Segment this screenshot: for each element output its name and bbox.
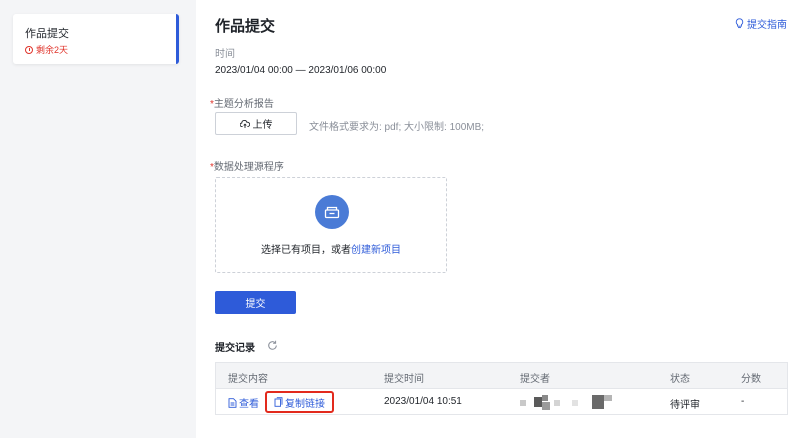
copy-link-button[interactable]: 复制链接	[265, 391, 334, 413]
project-select-zone[interactable]: 选择已有项目，或者创建新项目	[215, 177, 447, 273]
report-field-label: *主题分析报告	[210, 95, 274, 110]
cloud-upload-icon	[239, 119, 250, 128]
column-header: 提交时间	[384, 374, 424, 385]
page: 作品提交 剩余2天 作品提交 提交指南 时间 2023/01/04 00:00 …	[0, 0, 800, 438]
program-label: 数据处理源程序	[213, 162, 284, 173]
sidebar-item-label: 作品提交	[25, 28, 69, 40]
table-header: 提交内容 提交时间 提交者 状态 分数	[216, 363, 787, 389]
column-header: 分数	[741, 374, 761, 385]
copy-icon	[274, 397, 283, 407]
sidebar-item-submission[interactable]: 作品提交 剩余2天	[13, 14, 179, 64]
main-panel: 作品提交 提交指南 时间 2023/01/04 00:00 — 2023/01/…	[196, 0, 800, 438]
project-select-text: 选择已有项目，或者创建新项目	[216, 241, 446, 256]
view-link-label: 查看	[239, 399, 259, 410]
table-row: 查看 复制链接 2023/01/04 10:51 待评审 -	[216, 389, 787, 415]
time-label: 时间	[215, 49, 235, 60]
refresh-icon[interactable]	[267, 338, 278, 350]
submission-time: 2023/01/04 10:51	[384, 396, 462, 407]
program-field-label: *数据处理源程序	[210, 158, 284, 173]
page-title: 作品提交	[215, 18, 276, 35]
records-title: 提交记录	[215, 343, 255, 354]
column-header: 状态	[670, 374, 690, 385]
guide-link[interactable]: 提交指南	[735, 16, 787, 31]
document-icon	[228, 397, 237, 408]
score-value: -	[741, 396, 745, 407]
view-link[interactable]: 查看	[228, 395, 259, 410]
copy-link-label: 复制链接	[285, 398, 325, 410]
lightbulb-icon	[735, 18, 744, 29]
remaining-time: 剩余2天	[25, 43, 68, 56]
records-table: 提交内容 提交时间 提交者 状态 分数 查看 复制链接 2023/01/04 1…	[215, 362, 788, 415]
sidebar: 作品提交 剩余2天	[0, 0, 196, 438]
create-project-link[interactable]: 创建新项目	[351, 245, 401, 256]
submit-button[interactable]: 提交	[215, 291, 296, 314]
upload-button-label: 上传	[252, 120, 273, 131]
clock-icon	[25, 45, 33, 54]
submitter-avatar-redacted	[520, 393, 616, 411]
time-range: 2023/01/04 00:00 — 2023/01/06 00:00	[215, 65, 387, 76]
guide-link-label: 提交指南	[747, 20, 787, 31]
remaining-time-label: 剩余2天	[36, 45, 69, 55]
report-label: 主题分析报告	[213, 99, 274, 110]
project-select-prompt: 选择已有项目，或者	[261, 245, 351, 256]
project-box-icon	[315, 195, 349, 229]
upload-hint: 文件格式要求为: pdf; 大小限制: 100MB;	[309, 122, 485, 133]
upload-button[interactable]: 上传	[215, 112, 297, 135]
column-header: 提交者	[520, 374, 550, 385]
column-header: 提交内容	[228, 374, 268, 385]
status-value: 待评审	[670, 400, 700, 411]
